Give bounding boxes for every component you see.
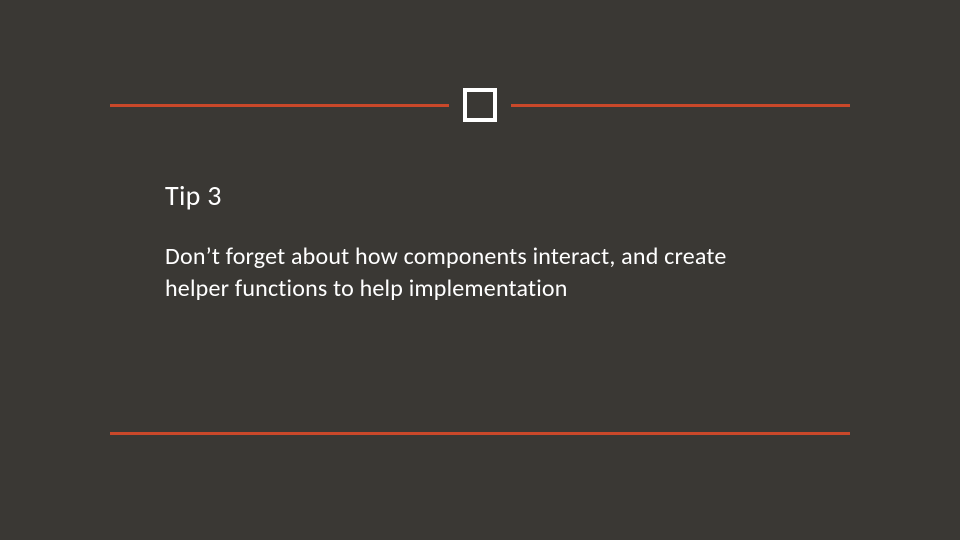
- slide-container: Tip 3 Don’t forget about how components …: [0, 0, 960, 540]
- square-icon: [463, 88, 497, 122]
- slide-body: Don’t forget about how components intera…: [165, 241, 745, 306]
- accent-line-right: [511, 104, 850, 107]
- content-area: Tip 3 Don’t forget about how components …: [165, 178, 820, 306]
- accent-line-left: [110, 104, 449, 107]
- slide-title: Tip 3: [165, 178, 820, 213]
- top-decoration: [110, 87, 850, 123]
- accent-line-bottom: [110, 432, 850, 435]
